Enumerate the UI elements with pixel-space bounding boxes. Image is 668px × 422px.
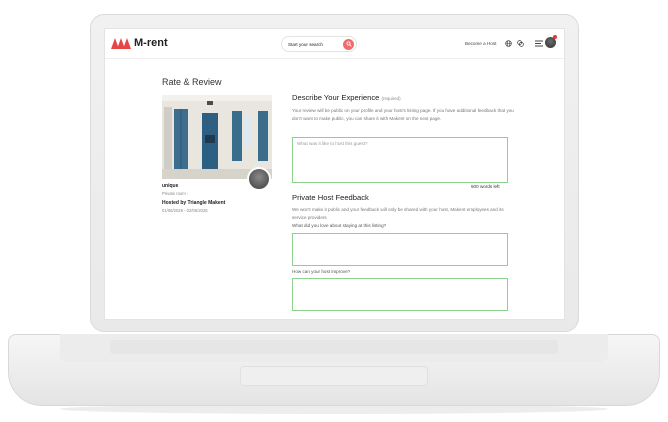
notification-dot (553, 35, 557, 39)
required-label: (required) (381, 96, 401, 101)
stay-dates: 01/06/2026 - 02/06/2026 (162, 208, 208, 213)
property-name: unique (162, 183, 179, 189)
brand-name: M-rent (134, 37, 168, 49)
word-counter: 500 words left (471, 184, 500, 189)
hosted-by: Hosted by Triangle Makent (162, 200, 226, 206)
logo-mark-icon (111, 37, 131, 49)
top-navbar: M-rent Start your search Become a Host (105, 29, 564, 59)
private-feedback-description: We won't make it public and your feedbac… (292, 207, 504, 220)
experience-placeholder: What was it like to host this guest? (297, 141, 368, 146)
app-screen: M-rent Start your search Become a Host R… (104, 28, 565, 320)
globe-icon[interactable] (505, 40, 512, 47)
host-avatar (247, 167, 271, 191)
page-title: Rate & Review (162, 77, 222, 87)
currency-icon[interactable] (517, 40, 524, 47)
experience-textarea[interactable]: What was it like to host this guest? (292, 137, 508, 183)
laptop-trackpad (240, 366, 428, 386)
laptop-keyboard (110, 340, 558, 354)
brand-logo[interactable]: M-rent (111, 37, 168, 49)
experience-title: Describe Your Experience (required) (292, 93, 401, 102)
search-placeholder: Start your search (288, 41, 323, 47)
property-type: Private room - (162, 191, 189, 196)
menu-icon[interactable] (535, 40, 543, 47)
improve-textarea[interactable] (292, 278, 508, 311)
love-question-label: What did you love about staying at this … (292, 223, 387, 228)
private-feedback-title: Private Host Feedback (292, 193, 369, 202)
search-button[interactable] (343, 38, 354, 50)
experience-description: Your review will be public on your profi… (292, 108, 514, 121)
become-host-link[interactable]: Become a Host (465, 41, 496, 46)
love-textarea[interactable] (292, 233, 508, 266)
improve-question-label: How can your host improve? (292, 269, 351, 274)
search-icon (345, 41, 352, 47)
laptop-mockup: M-rent Start your search Become a Host R… (0, 0, 668, 422)
experience-title-text: Describe Your Experience (292, 93, 380, 102)
search-bar[interactable]: Start your search (281, 36, 357, 52)
